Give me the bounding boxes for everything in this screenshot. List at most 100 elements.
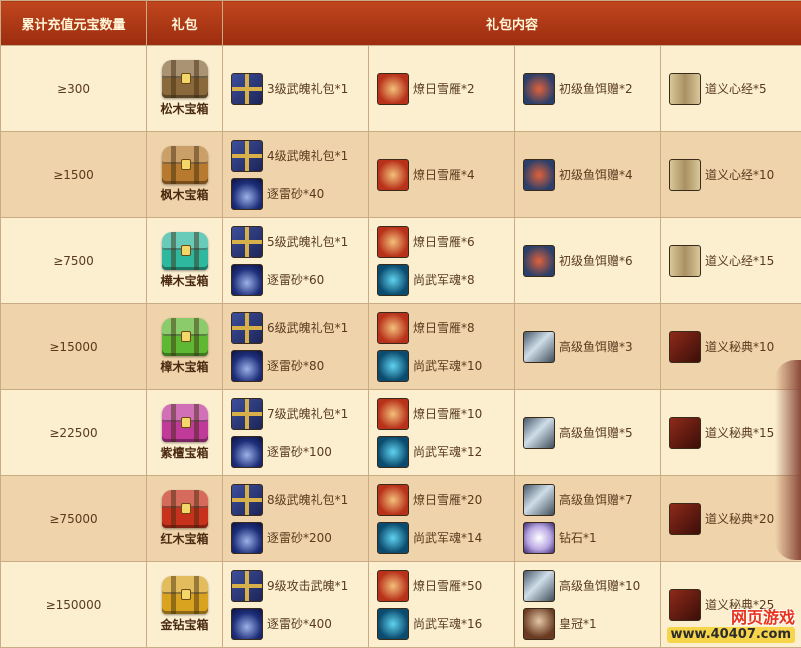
pack-content-cell: 4级武魄礼包*1逐雷砂*40 [223,132,369,218]
table-row: ≥75000红木宝箱8级武魄礼包*1逐雷砂*200燎日雪雁*20尚武军魂*14高… [1,476,801,562]
treasure-chest-icon [162,490,208,528]
reward-item[interactable]: 高级鱼饵赠*3 [523,328,660,366]
diamond-icon [523,522,555,554]
site-watermark: 网页游戏 www.40407.com [667,609,796,643]
reward-item-label: 逐雷砂*100 [267,443,332,460]
reward-item-label: 初级鱼饵赠*6 [559,252,633,269]
reward-item[interactable]: 4级武魄礼包*1 [231,137,368,175]
reward-item[interactable]: 燎日雪雁*50 [377,567,514,605]
reward-item[interactable]: 尚武军魂*16 [377,605,514,643]
pack-content-cell: 9级攻击武魄*1逐雷砂*400 [223,562,369,648]
reward-item[interactable]: 燎日雪雁*20 [377,481,514,519]
secret-book-icon [669,417,701,449]
reward-item[interactable]: 6级武魄礼包*1 [231,309,368,347]
scroll-icon [669,245,701,277]
reward-item[interactable]: 燎日雪雁*6 [377,223,514,261]
reward-item-label: 逐雷砂*200 [267,529,332,546]
table-row: ≥15000樟木宝箱6级武魄礼包*1逐雷砂*80燎日雪雁*8尚武军魂*10高级鱼… [1,304,801,390]
reward-item-label: 尚武军魂*14 [413,529,482,546]
reward-item[interactable]: 初级鱼饵赠*6 [523,242,660,280]
reward-item[interactable]: 3级武魄礼包*1 [231,70,368,108]
reward-item[interactable]: 逐雷砂*200 [231,519,368,557]
fish-bait-icon [523,570,555,602]
fish-bait-icon [523,417,555,449]
pack-content-cell: 初级鱼饵赠*4 [515,132,661,218]
treasure-chest-icon [162,576,208,614]
snow-goose-icon [377,226,409,258]
reward-item-label: 逐雷砂*80 [267,357,324,374]
snow-goose-icon [377,570,409,602]
reward-item-label: 燎日雪雁*10 [413,405,482,422]
reward-item[interactable]: 5级武魄礼包*1 [231,223,368,261]
treasure-chest-icon [162,318,208,356]
shrimp-bait-icon [523,159,555,191]
pack-cell: 金钻宝箱 [147,562,223,648]
gift-pack-icon [231,140,263,172]
thunder-sand-icon [231,608,263,640]
pack-content-cell: 道义心经*10 [661,132,801,218]
reward-item-label: 6级武魄礼包*1 [267,319,348,336]
reward-item-label: 道义心经*15 [705,252,774,269]
reward-item-label: 初级鱼饵赠*4 [559,166,633,183]
thunder-sand-icon [231,436,263,468]
reward-item[interactable]: 皇冠*1 [523,605,660,643]
reward-item[interactable]: 逐雷砂*60 [231,261,368,299]
army-soul-icon [377,264,409,296]
reward-item[interactable]: 燎日雪雁*4 [377,156,514,194]
reward-item[interactable]: 尚武军魂*14 [377,519,514,557]
reward-item-label: 高级鱼饵赠*10 [559,577,640,594]
reward-item[interactable]: 逐雷砂*80 [231,347,368,385]
pack-content-cell: 道义心经*15 [661,218,801,304]
pack-name: 松木宝箱 [147,100,222,117]
reward-item[interactable]: 道义心经*15 [669,242,801,280]
gift-pack-icon [231,570,263,602]
reward-item[interactable]: 燎日雪雁*10 [377,395,514,433]
reward-item[interactable]: 尚武军魂*12 [377,433,514,471]
reward-item-label: 尚武军魂*10 [413,357,482,374]
reward-item[interactable]: 道义心经*10 [669,156,801,194]
pack-content-cell: 燎日雪雁*2 [369,46,515,132]
reward-item[interactable]: 高级鱼饵赠*5 [523,414,660,452]
pack-name: 金钻宝箱 [147,616,222,633]
snow-goose-icon [377,484,409,516]
reward-item[interactable]: 燎日雪雁*2 [377,70,514,108]
pack-content-cell: 道义心经*5 [661,46,801,132]
gift-pack-icon [231,312,263,344]
pack-content-cell: 7级武魄礼包*1 逐雷砂*100 [223,390,369,476]
reward-item[interactable]: 道义心经*5 [669,70,801,108]
reward-item[interactable]: 7级武魄礼包*1 [231,395,368,433]
scroll-icon [669,159,701,191]
reward-item[interactable]: 逐雷砂*400 [231,605,368,643]
reward-item[interactable]: 燎日雪雁*8 [377,309,514,347]
reward-item[interactable]: 钻石*1 [523,519,660,557]
shrimp-bait-icon [523,245,555,277]
pack-content-cell: 燎日雪雁*10 尚武军魂*12 [369,390,515,476]
pack-cell: 樟木宝箱 [147,304,223,390]
table-row: ≥7500樺木宝箱5级武魄礼包*1逐雷砂*60燎日雪雁*6尚武军魂*8初级鱼饵赠… [1,218,801,304]
snow-goose-icon [377,312,409,344]
reward-item[interactable]: 8级武魄礼包*1 [231,481,368,519]
header-pack: 礼包 [147,1,223,46]
gift-pack-icon [231,73,263,105]
pack-content-cell: 高级鱼饵赠*3 [515,304,661,390]
recharge-threshold: ≥75000 [1,476,147,562]
pack-content-cell: 高级鱼饵赠*10 皇冠*1 [515,562,661,648]
reward-item[interactable]: 逐雷砂*100 [231,433,368,471]
thunder-sand-icon [231,178,263,210]
reward-item[interactable]: 尚武军魂*10 [377,347,514,385]
treasure-chest-icon [162,146,208,184]
shrimp-bait-icon [523,73,555,105]
reward-item-label: 钻石*1 [559,529,597,546]
reward-item[interactable]: 初级鱼饵赠*2 [523,70,660,108]
reward-item-label: 燎日雪雁*20 [413,491,482,508]
treasure-chest-icon [162,60,208,98]
reward-item[interactable]: 高级鱼饵赠*10 [523,567,660,605]
reward-item[interactable]: 逐雷砂*40 [231,175,368,213]
reward-item[interactable]: 道义秘典*10 [669,328,801,366]
reward-item[interactable]: 9级攻击武魄*1 [231,567,368,605]
reward-table: 累计充值元宝数量 礼包 礼包内容 ≥300松木宝箱3级武魄礼包*1燎日雪雁*2初… [0,0,801,648]
reward-item[interactable]: 高级鱼饵赠*7 [523,481,660,519]
reward-item[interactable]: 尚武军魂*8 [377,261,514,299]
reward-item[interactable]: 初级鱼饵赠*4 [523,156,660,194]
character-art-edge [775,360,801,560]
